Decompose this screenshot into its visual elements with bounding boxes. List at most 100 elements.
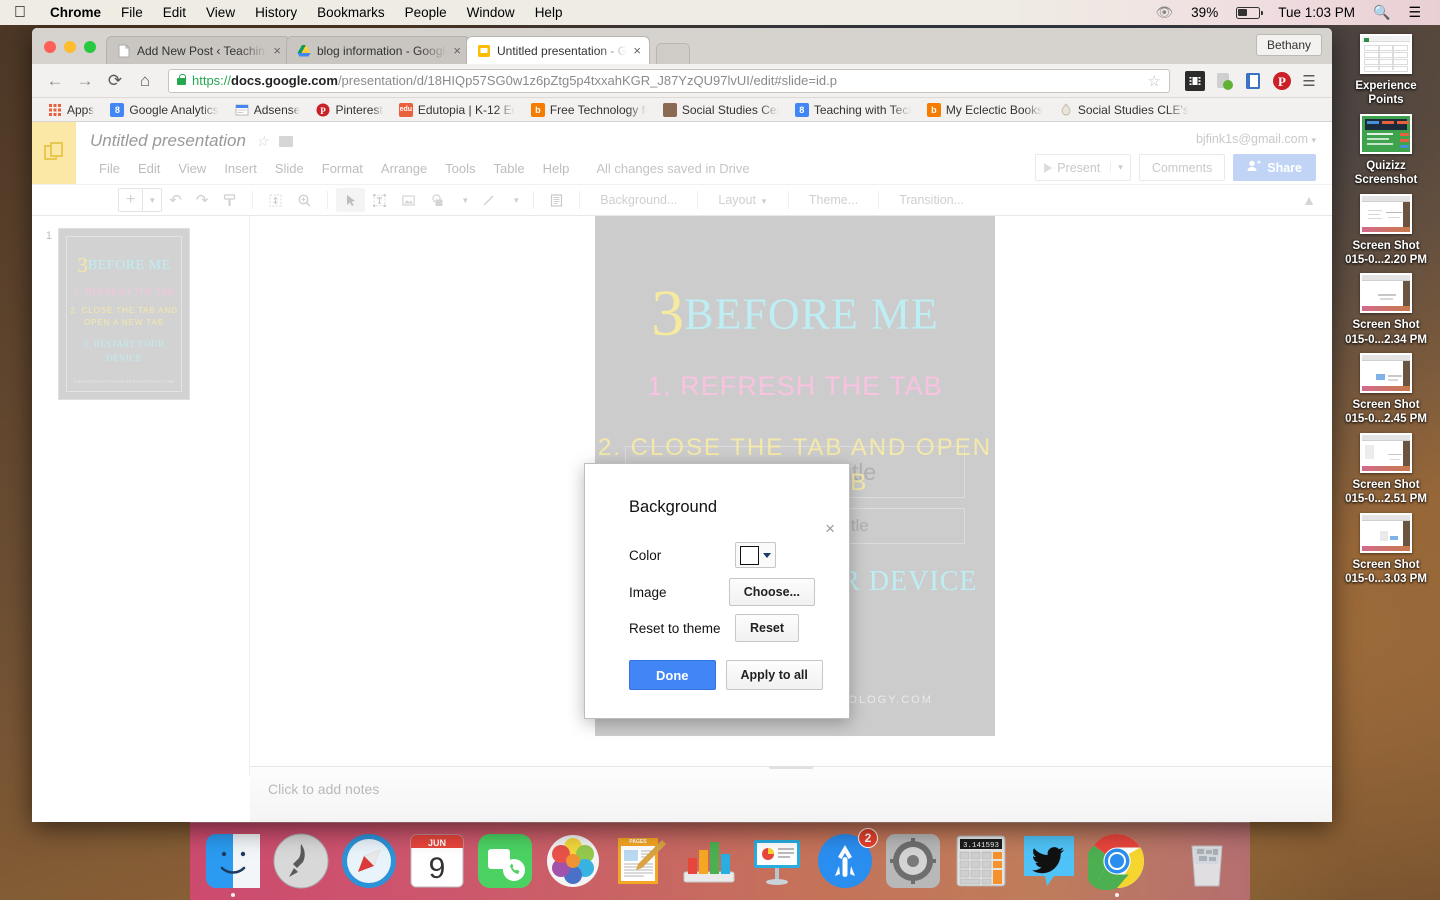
desktop-icon-experience-points[interactable]: Experience Points bbox=[1332, 28, 1440, 108]
chevron-down-icon[interactable]: ▾ bbox=[1311, 135, 1316, 145]
slides-menu-edit[interactable]: Edit bbox=[129, 158, 169, 179]
bookmark-google-analytics[interactable]: 8 Google Analytics bbox=[102, 102, 226, 117]
forward-button-icon[interactable]: → bbox=[72, 68, 98, 94]
hamburger-menu-icon[interactable]: ☰ bbox=[1296, 68, 1322, 94]
notes-resize-handle[interactable] bbox=[769, 766, 813, 769]
numbers-icon[interactable] bbox=[680, 832, 738, 890]
home-button-icon[interactable]: ⌂ bbox=[132, 68, 158, 94]
menubar-item-window[interactable]: Window bbox=[457, 5, 525, 20]
pocket-icon[interactable] bbox=[1243, 71, 1263, 91]
desktop-icon-screenshot-303[interactable]: Screen Shot 015-0...3.03 PM bbox=[1332, 507, 1440, 587]
bookmark-pinterest[interactable]: P Pinterest bbox=[308, 103, 390, 117]
insert-image-icon[interactable] bbox=[394, 188, 423, 212]
safari-icon[interactable] bbox=[340, 832, 398, 890]
close-icon[interactable]: × bbox=[453, 44, 461, 57]
pages-icon[interactable]: PAGES bbox=[612, 832, 670, 890]
document-title[interactable]: Untitled presentation bbox=[90, 131, 246, 151]
new-slide-button[interactable]: + bbox=[118, 188, 143, 212]
slides-menu-view[interactable]: View bbox=[169, 158, 215, 179]
reload-button-icon[interactable]: ⟳ bbox=[102, 68, 128, 94]
slides-menu-tools[interactable]: Tools bbox=[436, 158, 484, 179]
launchpad-icon[interactable] bbox=[272, 832, 330, 890]
cursor-arrow-icon[interactable] bbox=[336, 188, 366, 212]
redo-icon[interactable]: ↷ bbox=[189, 188, 216, 212]
line-dropdown-caret-icon[interactable]: ▼ bbox=[507, 188, 525, 212]
theme-button[interactable]: Theme... bbox=[797, 193, 870, 207]
present-button[interactable]: Present ▾ bbox=[1035, 154, 1131, 181]
app-store-icon[interactable]: 2 bbox=[816, 828, 878, 890]
bookmark-edutopia[interactable]: edu Edutopia | K-12 Educ bbox=[391, 102, 523, 117]
transition-button[interactable]: Transition... bbox=[887, 193, 976, 207]
color-picker-button[interactable] bbox=[735, 542, 776, 568]
bookmark-apps[interactable]: Apps bbox=[40, 103, 102, 117]
menubar-item-bookmarks[interactable]: Bookmarks bbox=[307, 5, 395, 20]
facetime-icon[interactable] bbox=[476, 832, 534, 890]
battery-icon[interactable] bbox=[1227, 6, 1269, 19]
bookmark-star-icon[interactable]: ☆ bbox=[1148, 72, 1161, 90]
browser-tab-untitled-presentation[interactable]: Untitled presentation - Goo × bbox=[466, 36, 650, 64]
keynote-icon[interactable] bbox=[748, 832, 806, 890]
menubar-item-file[interactable]: File bbox=[111, 5, 153, 20]
profile-button[interactable]: Bethany bbox=[1255, 34, 1322, 56]
new-slide-dropdown-caret-icon[interactable]: ▼ bbox=[142, 188, 163, 212]
calendar-icon[interactable]: JUN 9 bbox=[408, 832, 466, 890]
menubar-item-help[interactable]: Help bbox=[525, 5, 573, 20]
eye-icon[interactable]: 👁 bbox=[1146, 4, 1182, 21]
bookmark-adsense[interactable]: Adsense bbox=[227, 103, 309, 117]
address-bar[interactable]: https://docs.google.com/presentation/d/1… bbox=[168, 68, 1170, 93]
photos-icon[interactable] bbox=[544, 832, 602, 890]
line-icon[interactable] bbox=[474, 188, 503, 212]
zoom-icon[interactable] bbox=[290, 188, 319, 212]
layout-button[interactable]: Layout ▼ bbox=[706, 193, 779, 207]
google-slides-logo-icon[interactable] bbox=[32, 122, 76, 184]
done-button[interactable]: Done bbox=[629, 660, 716, 690]
present-dropdown-caret-icon[interactable]: ▾ bbox=[1110, 162, 1130, 173]
menubar-item-chrome[interactable]: Chrome bbox=[40, 5, 111, 20]
browser-tab-add-new-post[interactable]: Add New Post ‹ Teaching w × bbox=[106, 36, 290, 64]
new-tab-button[interactable] bbox=[656, 43, 690, 64]
menubar-item-view[interactable]: View bbox=[196, 5, 245, 20]
account-email[interactable]: bjfink1s@gmail.com bbox=[1196, 132, 1308, 146]
shape-icon[interactable] bbox=[423, 188, 452, 212]
apply-to-all-button[interactable]: Apply to all bbox=[725, 660, 823, 690]
shape-dropdown-caret-icon[interactable]: ▼ bbox=[456, 188, 474, 212]
undo-icon[interactable]: ↶ bbox=[162, 188, 189, 212]
desktop-icon-screenshot-245[interactable]: Screen Shot 015-0...2.45 PM bbox=[1332, 347, 1440, 427]
slides-menu-table[interactable]: Table bbox=[485, 158, 534, 179]
menubar-item-edit[interactable]: Edit bbox=[153, 5, 196, 20]
slide-thumbnail[interactable]: 3BEFORE ME 1. REFRESH THE TAB 2. CLOSE T… bbox=[58, 228, 190, 400]
star-icon[interactable]: ☆ bbox=[256, 133, 269, 150]
pinterest-icon[interactable]: P bbox=[1272, 71, 1292, 91]
menubar-item-people[interactable]: People bbox=[395, 5, 457, 20]
slides-menu-format[interactable]: Format bbox=[313, 158, 372, 179]
bookmark-teaching-with-technology[interactable]: 8 Teaching with Techno bbox=[787, 102, 919, 117]
slides-menu-file[interactable]: File bbox=[90, 158, 129, 179]
trash-icon[interactable] bbox=[1178, 832, 1236, 890]
menubar-item-history[interactable]: History bbox=[245, 5, 307, 20]
collapse-chevron-icon[interactable]: ▲ bbox=[1302, 192, 1332, 208]
insert-comment-icon[interactable] bbox=[542, 188, 571, 212]
menubar-clock[interactable]: Tue 1:03 PM bbox=[1269, 5, 1364, 20]
film-strip-icon[interactable] bbox=[1185, 70, 1205, 91]
text-box-icon[interactable] bbox=[365, 188, 394, 212]
apple-icon[interactable]:  bbox=[0, 4, 40, 21]
slides-menu-insert[interactable]: Insert bbox=[215, 158, 266, 179]
browser-tab-blog-information[interactable]: blog information - Google D × bbox=[286, 36, 470, 64]
desktop-icon-screenshot-234[interactable]: Screen Shot 015-0...2.34 PM bbox=[1332, 267, 1440, 347]
close-icon[interactable]: × bbox=[273, 44, 281, 57]
back-button-icon[interactable]: ← bbox=[42, 68, 68, 94]
desktop-icon-quizizz-screenshot[interactable]: Quizizz Screenshot bbox=[1332, 108, 1440, 188]
desktop-icon-screenshot-251[interactable]: Screen Shot 015-0...2.51 PM bbox=[1332, 427, 1440, 507]
notification-center-icon[interactable]: ☰ bbox=[1399, 4, 1430, 21]
filmstrip-slide-1[interactable]: 1 3BEFORE ME 1. REFRESH THE TAB 2. CLOSE… bbox=[40, 228, 241, 400]
bookmark-social-studies-cles[interactable]: Social Studies CLE's bbox=[1051, 103, 1197, 117]
folder-icon[interactable] bbox=[278, 135, 293, 147]
close-icon[interactable]: × bbox=[633, 44, 641, 57]
close-window-button[interactable] bbox=[44, 41, 56, 53]
system-preferences-icon[interactable] bbox=[884, 832, 942, 890]
chrome-icon[interactable] bbox=[1084, 832, 1146, 897]
search-icon[interactable]: 🔍 bbox=[1364, 4, 1399, 21]
minimize-window-button[interactable] bbox=[64, 41, 76, 53]
reset-button[interactable]: Reset bbox=[735, 614, 800, 642]
bookmark-free-technology[interactable]: b Free Technology for bbox=[523, 102, 655, 117]
